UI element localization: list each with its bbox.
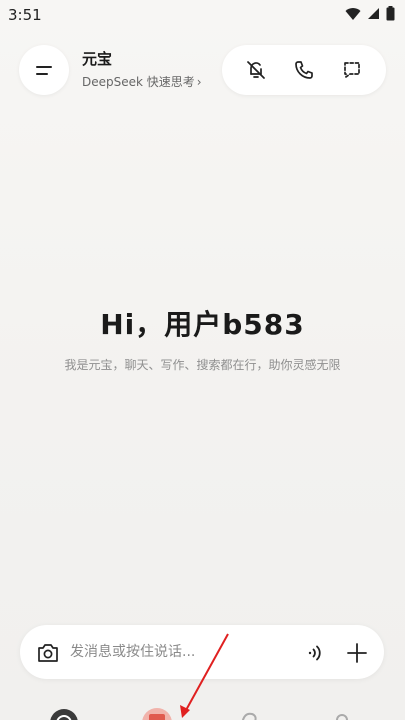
title-block: 元宝 DeepSeek 快速思考 › [82,48,202,90]
camera-button[interactable] [34,639,62,667]
phone-icon [295,61,313,79]
camera-icon [38,644,58,662]
model-label: DeepSeek 快速思考 [82,75,195,89]
discover-nav-icon[interactable] [232,706,266,720]
status-icons [345,6,395,21]
app-title: 元宝 [82,50,113,68]
plus-icon [347,643,367,663]
status-bar: 3:51 [0,0,405,30]
mute-button[interactable] [239,53,273,87]
battery-icon [386,6,395,21]
voice-wave-icon [308,645,321,661]
call-button[interactable] [287,53,321,87]
greeting-title: Hi，用户b583 [100,308,305,341]
chat-bubble-icon [344,62,360,78]
header-actions [222,45,386,95]
app-nav-icon[interactable] [140,706,174,720]
mute-icon [247,61,265,79]
add-button[interactable] [342,638,372,668]
chevron-right-icon: › [196,74,202,89]
new-chat-button[interactable] [335,53,369,87]
wifi-icon [345,7,361,20]
menu-button[interactable] [19,45,69,95]
profile-nav-icon[interactable] [325,706,359,720]
voice-button[interactable] [300,639,328,667]
bottom-nav [0,700,405,720]
greeting-subtitle: 我是元宝，聊天、写作、搜索都在行，助你灵感无限 [64,358,341,372]
menu-icon [36,66,52,75]
cellular-icon [368,8,379,19]
model-selector[interactable]: DeepSeek 快速思考 › [82,73,202,90]
status-time: 3:51 [8,6,42,24]
chat-nav-icon[interactable] [47,706,81,720]
